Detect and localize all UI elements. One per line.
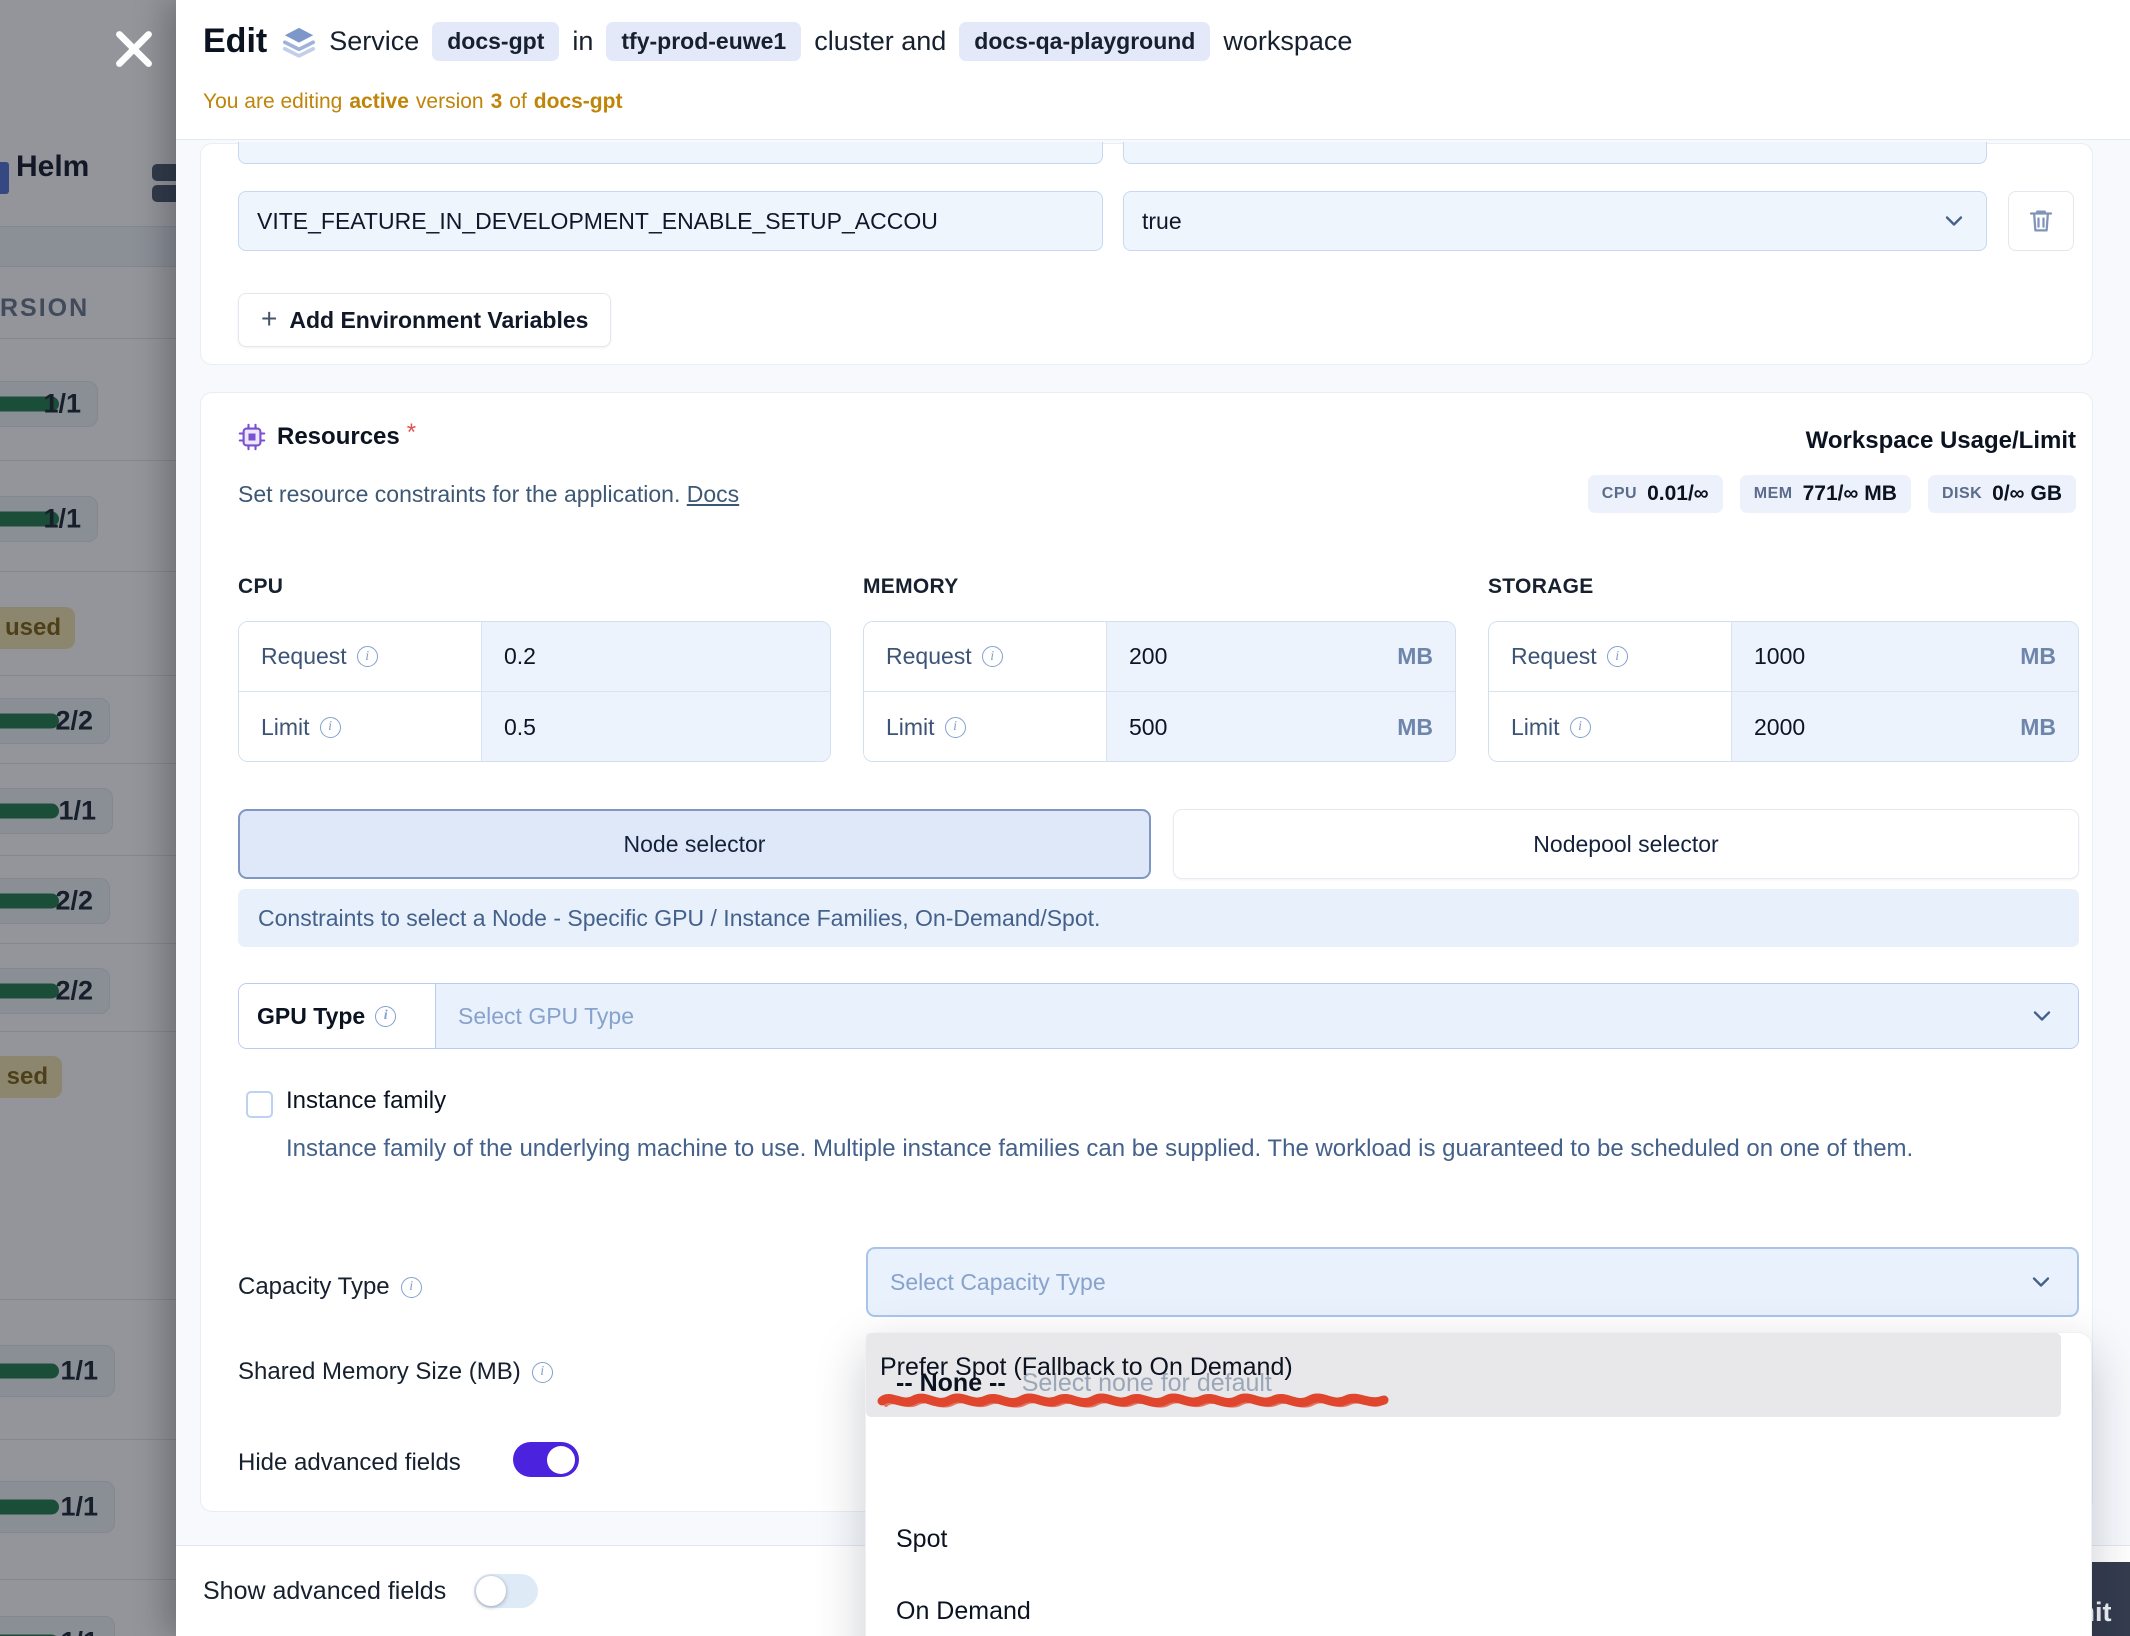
info-icon[interactable]: i	[357, 646, 378, 667]
editing-version-note: You are editing active version 3 of docs…	[203, 90, 622, 114]
tab-nodepool-selector[interactable]: Nodepool selector	[1173, 809, 2079, 879]
instance-family-description: Instance family of the underlying machin…	[286, 1129, 1976, 1168]
env-key-input-partial	[238, 142, 1103, 164]
capacity-type-select[interactable]: Select Capacity Type	[866, 1247, 2079, 1317]
capacity-type-label: Capacity Type i	[238, 1273, 422, 1301]
add-env-var-button[interactable]: + Add Environment Variables	[238, 293, 611, 347]
option-on-demand[interactable]: On Demand	[896, 1597, 1031, 1626]
chevron-down-icon	[2027, 1268, 2055, 1296]
info-icon[interactable]: i	[982, 646, 1003, 667]
delete-env-var-button[interactable]	[2008, 191, 2074, 251]
gpu-type-row: GPU Type i Select GPU Type	[238, 983, 2079, 1049]
workspace-text: workspace	[1223, 26, 1352, 57]
cpu-limit-row: Limiti 0.5	[239, 692, 830, 762]
required-marker: *	[407, 419, 416, 447]
storage-request-row: Requesti 1000MB	[1489, 622, 2078, 692]
info-icon[interactable]: i	[532, 1362, 553, 1383]
cluster-text: cluster and	[814, 26, 946, 57]
modal-header: Edit Service docs-gpt in tfy-prod-euwe1 …	[176, 0, 2130, 140]
info-icon[interactable]: i	[1570, 717, 1591, 738]
info-icon[interactable]: i	[945, 717, 966, 738]
resources-title: Resources	[277, 423, 400, 451]
info-icon[interactable]: i	[401, 1277, 422, 1298]
edit-service-modal: Edit Service docs-gpt in tfy-prod-euwe1 …	[176, 0, 2130, 1636]
memory-request-row: Requesti 200MB	[864, 622, 1455, 692]
memory-limit-row: Limiti 500MB	[864, 692, 1455, 762]
info-icon[interactable]: i	[375, 1006, 396, 1027]
workspace-name-badge: docs-qa-playground	[959, 22, 1210, 61]
capacity-type-dropdown: -- None -- Select none for default Prefe…	[865, 1332, 2092, 1636]
service-name-badge: docs-gpt	[432, 22, 559, 61]
chevron-down-icon	[2028, 1002, 2056, 1030]
hide-advanced-label: Hide advanced fields	[238, 1449, 461, 1477]
gpu-type-label: GPU Type i	[239, 984, 436, 1048]
disk-usage-badge: DISK0/∞ GB	[1928, 475, 2076, 513]
cpu-table: Requesti 0.2 Limiti 0.5	[238, 621, 831, 762]
gpu-type-select[interactable]: Select GPU Type	[436, 984, 2078, 1048]
env-key-input[interactable]: VITE_FEATURE_IN_DEVELOPMENT_ENABLE_SETUP…	[238, 191, 1103, 251]
storage-request-input[interactable]: 1000MB	[1732, 622, 2078, 691]
hide-advanced-toggle[interactable]	[513, 1442, 579, 1477]
memory-section-label: MEMORY	[863, 575, 959, 599]
annotation-underline	[876, 1389, 1392, 1413]
show-advanced-toggle[interactable]	[474, 1574, 538, 1608]
memory-request-input[interactable]: 200MB	[1107, 622, 1455, 691]
cpu-request-input[interactable]: 0.2	[482, 622, 830, 691]
cpu-usage-badge: CPU0.01/∞	[1588, 475, 1723, 513]
close-icon	[109, 24, 159, 74]
info-icon[interactable]: i	[320, 717, 341, 738]
trash-icon	[2026, 206, 2056, 236]
docs-link[interactable]: Docs	[687, 481, 739, 507]
instance-family-label: Instance family	[286, 1087, 446, 1115]
storage-section-label: STORAGE	[1488, 575, 1594, 599]
screen: Helm RSION 1/1 1/1 used 2/2 1/1 2/2 2/2 …	[0, 0, 2130, 1636]
instance-family-checkbox[interactable]	[246, 1091, 273, 1118]
mem-usage-badge: MEM771/∞ MB	[1740, 475, 1911, 513]
env-value-input-partial	[1123, 142, 1987, 164]
cluster-name-badge: tfy-prod-euwe1	[606, 22, 801, 61]
option-spot[interactable]: Spot	[896, 1525, 947, 1554]
resources-section-header: Resources *	[238, 423, 416, 451]
modal-overlay-dim	[0, 0, 176, 1636]
shared-memory-label: Shared Memory Size (MB) i	[238, 1358, 553, 1386]
tab-node-selector[interactable]: Node selector	[238, 809, 1151, 879]
cpu-request-row: Requesti 0.2	[239, 622, 830, 692]
info-icon[interactable]: i	[1607, 646, 1628, 667]
memory-table: Requesti 200MB Limiti 500MB	[863, 621, 1456, 762]
cpu-limit-input[interactable]: 0.5	[482, 692, 830, 762]
option-prefer-spot[interactable]: Prefer Spot (Fallback to On Demand)	[866, 1333, 2061, 1417]
memory-limit-input[interactable]: 500MB	[1107, 692, 1455, 762]
environment-variables-card: VITE_FEATURE_IN_DEVELOPMENT_ENABLE_SETUP…	[200, 143, 2093, 365]
storage-limit-input[interactable]: 2000MB	[1732, 692, 2078, 762]
entity-label: Service	[329, 26, 419, 57]
workspace-usage-title: Workspace Usage/Limit	[1806, 427, 2076, 455]
show-advanced-label: Show advanced fields	[203, 1577, 446, 1606]
selector-hint: Constraints to select a Node - Specific …	[238, 889, 2079, 947]
resources-subtitle: Set resource constraints for the applica…	[238, 481, 739, 508]
modal-title: Edit	[203, 22, 267, 61]
storage-limit-row: Limiti 2000MB	[1489, 692, 2078, 762]
service-layers-icon	[282, 25, 316, 59]
chevron-down-icon	[1940, 207, 1968, 235]
cpu-chip-icon	[238, 423, 266, 451]
background-page: Helm RSION 1/1 1/1 used 2/2 1/1 2/2 2/2 …	[0, 0, 176, 1636]
in-text: in	[572, 26, 593, 57]
workspace-usage-badges: CPU0.01/∞ MEM771/∞ MB DISK0/∞ GB	[1588, 475, 2076, 513]
close-button[interactable]	[108, 24, 160, 76]
storage-table: Requesti 1000MB Limiti 2000MB	[1488, 621, 2079, 762]
env-value-select[interactable]: true	[1123, 191, 1987, 251]
plus-icon: +	[261, 303, 277, 335]
title-row: Edit Service docs-gpt in tfy-prod-euwe1 …	[203, 22, 1352, 61]
cpu-section-label: CPU	[238, 575, 283, 599]
